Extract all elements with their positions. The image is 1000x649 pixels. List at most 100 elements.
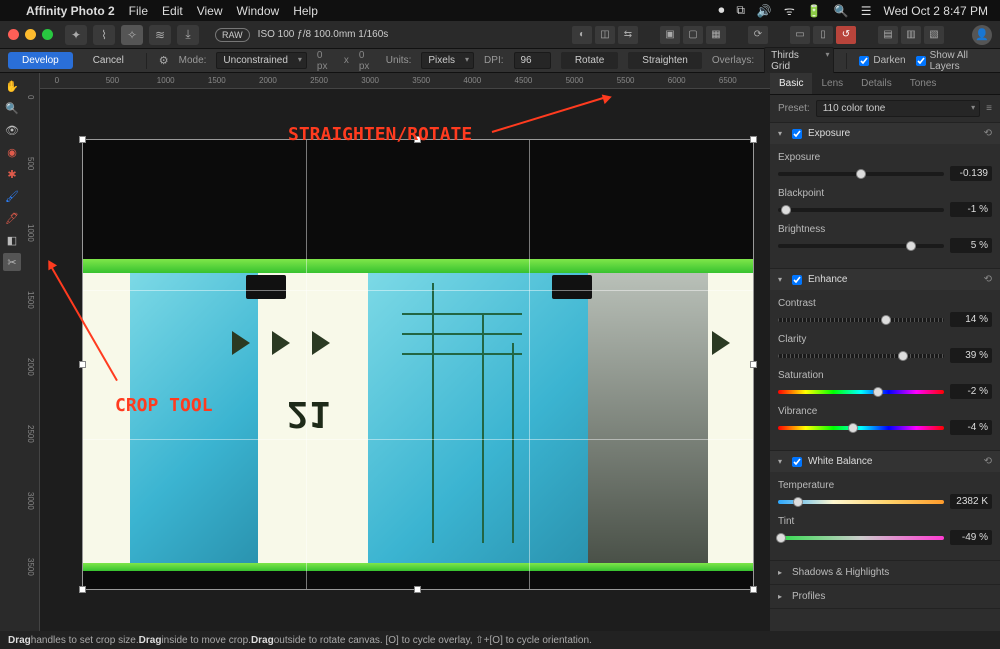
develop-persona-icon[interactable]: ✧: [121, 25, 143, 45]
param-value[interactable]: -49 %: [950, 530, 992, 545]
slider-thumb[interactable]: [793, 497, 803, 507]
tab-details[interactable]: Details: [852, 73, 901, 94]
panel-toggle-2-icon[interactable]: ▥: [901, 26, 921, 44]
wb-enable-checkbox[interactable]: [792, 457, 802, 467]
crop-handle-n[interactable]: [414, 136, 421, 143]
slider-track[interactable]: [778, 390, 944, 394]
units-select[interactable]: Pixels: [421, 52, 474, 69]
preset-menu-icon[interactable]: ≡: [986, 103, 992, 114]
enhance-enable-checkbox[interactable]: [792, 275, 802, 285]
param-value[interactable]: 2382 K: [950, 494, 992, 509]
overlay-paint-tool-icon[interactable]: 🖌: [3, 187, 21, 205]
param-value[interactable]: 14 %: [950, 312, 992, 327]
tab-lens[interactable]: Lens: [812, 73, 852, 94]
enhance-reset-icon[interactable]: ⟲: [984, 274, 992, 285]
straighten-button[interactable]: Straighten: [628, 52, 702, 69]
develop-button[interactable]: Develop: [8, 52, 73, 69]
volume-icon[interactable]: 🔊: [757, 4, 772, 18]
slider-thumb[interactable]: [856, 169, 866, 179]
preview-mode-icon[interactable]: ◐: [572, 26, 592, 44]
slider-track[interactable]: [778, 318, 944, 322]
param-value[interactable]: -0.139: [950, 166, 992, 181]
slider-track[interactable]: [778, 172, 944, 176]
tone-map-persona-icon[interactable]: ≋: [149, 25, 171, 45]
slider-thumb[interactable]: [873, 387, 883, 397]
slider-track[interactable]: [778, 244, 944, 248]
overlays-select[interactable]: Thirds Grid: [764, 47, 834, 75]
slider-track[interactable]: [778, 536, 944, 540]
mirror-view-icon[interactable]: ⇆: [618, 26, 638, 44]
sync-icon[interactable]: ⟳: [748, 26, 768, 44]
menu-help[interactable]: Help: [293, 4, 318, 18]
crop-box[interactable]: [82, 139, 754, 590]
darken-checkbox[interactable]: Darken: [859, 55, 905, 66]
photo-persona-icon[interactable]: ✦: [65, 25, 87, 45]
orientation-h-icon[interactable]: ▭: [790, 26, 810, 44]
red-eye-tool-icon[interactable]: ◉: [3, 143, 21, 161]
export-persona-icon[interactable]: ⤓: [177, 25, 199, 45]
slider-thumb[interactable]: [898, 351, 908, 361]
twisty-icon[interactable]: ▾: [778, 457, 786, 466]
wb-reset-icon[interactable]: ⟲: [984, 456, 992, 467]
param-value[interactable]: -1 %: [950, 202, 992, 217]
clip-highlights-icon[interactable]: ▢: [683, 26, 703, 44]
crop-height[interactable]: 0 px: [359, 50, 376, 72]
blemish-tool-icon[interactable]: ✱: [3, 165, 21, 183]
slider-thumb[interactable]: [776, 533, 786, 543]
crop-width[interactable]: 0 px: [317, 50, 334, 72]
crop-handle-sw[interactable]: [79, 586, 86, 593]
slider-thumb[interactable]: [781, 205, 791, 215]
liquify-persona-icon[interactable]: ⌇: [93, 25, 115, 45]
minimize-window-button[interactable]: [25, 29, 36, 40]
canvas[interactable]: 21 STRAIGHTEN/ROTATE: [40, 89, 770, 631]
menu-file[interactable]: File: [129, 4, 148, 18]
crop-tool-icon[interactable]: ✂: [3, 253, 21, 271]
preset-select[interactable]: 110 color tone: [816, 100, 980, 117]
battery-icon[interactable]: 🔋: [807, 4, 822, 18]
mode-select[interactable]: Unconstrained: [216, 52, 306, 69]
crop-handle-ne[interactable]: [750, 136, 757, 143]
dpi-input[interactable]: 96: [514, 52, 551, 69]
enhance-title[interactable]: Enhance: [808, 274, 978, 285]
orientation-v-icon[interactable]: ▯: [813, 26, 833, 44]
twisty-icon[interactable]: ▾: [778, 275, 786, 284]
menu-edit[interactable]: Edit: [162, 4, 183, 18]
crop-handle-w[interactable]: [79, 361, 86, 368]
menu-window[interactable]: Window: [237, 4, 280, 18]
param-value[interactable]: 5 %: [950, 238, 992, 253]
app-name[interactable]: Affinity Photo 2: [26, 4, 115, 18]
crop-handle-e[interactable]: [750, 361, 757, 368]
slider-thumb[interactable]: [906, 241, 916, 251]
slider-track[interactable]: [778, 426, 944, 430]
section-shadows-highlights[interactable]: ▸ Shadows & Highlights: [770, 561, 1000, 585]
crop-settings-icon[interactable]: ⚙: [159, 54, 169, 67]
crop-handle-s[interactable]: [414, 586, 421, 593]
panel-toggle-3-icon[interactable]: ▧: [924, 26, 944, 44]
wifi-icon[interactable]: ᯤ: [784, 2, 795, 19]
search-icon[interactable]: 🔍: [834, 4, 849, 18]
reset-icon[interactable]: ↺: [836, 26, 856, 44]
show-all-layers-checkbox[interactable]: Show All Layers: [916, 50, 992, 72]
user-avatar[interactable]: 👤: [972, 25, 992, 45]
slider-track[interactable]: [778, 354, 944, 358]
control-center-icon[interactable]: ☰: [861, 4, 872, 18]
split-view-icon[interactable]: ◫: [595, 26, 615, 44]
slider-track[interactable]: [778, 500, 944, 504]
tab-tones[interactable]: Tones: [901, 73, 946, 94]
rotate-button[interactable]: Rotate: [561, 52, 618, 69]
twisty-icon[interactable]: ▾: [778, 129, 786, 138]
menubar-clock[interactable]: Wed Oct 2 8:47 PM: [884, 4, 989, 18]
param-value[interactable]: 39 %: [950, 348, 992, 363]
menu-view[interactable]: View: [197, 4, 223, 18]
overlay-erase-tool-icon[interactable]: 🖊: [3, 209, 21, 227]
exposure-title[interactable]: Exposure: [808, 128, 978, 139]
param-value[interactable]: -2 %: [950, 384, 992, 399]
slider-thumb[interactable]: [881, 315, 891, 325]
section-profiles[interactable]: ▸ Profiles: [770, 585, 1000, 609]
wb-title[interactable]: White Balance: [808, 456, 978, 467]
hand-tool-icon[interactable]: ✋: [3, 77, 21, 95]
record-icon[interactable]: ⏺: [718, 3, 724, 18]
exposure-reset-icon[interactable]: ⟲: [984, 128, 992, 139]
slider-track[interactable]: [778, 208, 944, 212]
clip-tones-icon[interactable]: ▦: [706, 26, 726, 44]
